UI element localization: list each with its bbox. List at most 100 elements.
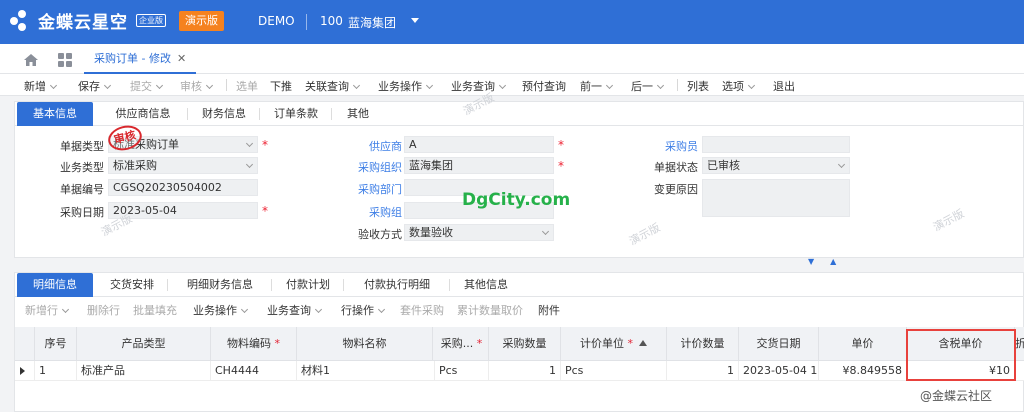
cell-delivery-date[interactable]: 2023-05-04 11:: [739, 361, 819, 381]
col-delivery-date[interactable]: 交货日期: [739, 327, 819, 361]
kit-purchase-button[interactable]: 套件采购: [400, 302, 444, 318]
bill-no-field[interactable]: CGSQ20230504002: [108, 179, 258, 196]
supplier-field[interactable]: A: [404, 136, 554, 153]
col-discount[interactable]: 折: [1015, 327, 1024, 361]
cell-material-name[interactable]: 材料1: [297, 361, 435, 381]
tab-supplier-info[interactable]: 供应商信息: [101, 102, 185, 126]
inspect-method-value: 数量验收: [409, 226, 453, 239]
detail-biz-operation-label: 业务操作: [193, 304, 237, 317]
delete-row-button[interactable]: 删除行: [87, 302, 120, 318]
prepay-query-button[interactable]: 预付查询: [522, 78, 566, 94]
purchase-group-label[interactable]: 采购组: [322, 204, 402, 220]
org-dropdown-icon[interactable]: [411, 18, 419, 23]
attachment-button[interactable]: 附件: [538, 302, 560, 318]
org-name[interactable]: 蓝海集团: [348, 14, 396, 31]
options-button[interactable]: 选项: [722, 78, 756, 94]
tab-basic-info[interactable]: 基本信息: [17, 102, 93, 126]
list-button[interactable]: 列表: [687, 78, 709, 94]
doc-status-select[interactable]: 已审核: [702, 157, 850, 174]
doc-status-label: 单据状态: [654, 161, 698, 174]
row-indicator[interactable]: [15, 361, 35, 381]
select-bill-button[interactable]: 选单: [236, 78, 258, 94]
purchase-dept-label[interactable]: 采购部门: [322, 181, 402, 197]
tab-separator: [259, 108, 260, 120]
tab-payment-plan[interactable]: 付款计划: [275, 273, 341, 297]
biz-type-select[interactable]: 标准采购: [108, 157, 258, 174]
detail-biz-operation-button[interactable]: 业务操作: [193, 302, 249, 318]
cell-product-type[interactable]: 标准产品: [77, 361, 211, 381]
row-selector-header[interactable]: [15, 327, 35, 361]
col-product-type[interactable]: 产品类型: [77, 327, 211, 361]
purchase-org-field[interactable]: 蓝海集团: [404, 157, 554, 174]
col-price-unit[interactable]: 计价单位 *: [561, 327, 667, 361]
row-operation-button[interactable]: 行操作: [341, 302, 386, 318]
tab-other-info[interactable]: 其他信息: [453, 273, 519, 297]
close-icon[interactable]: ✕: [177, 52, 186, 65]
credit-watermark: @金蝶云社区: [920, 389, 993, 403]
tab-delivery[interactable]: 交货安排: [99, 273, 165, 297]
push-down-button[interactable]: 下推: [270, 78, 292, 94]
sort-asc-icon[interactable]: [639, 340, 647, 346]
purchaser-field[interactable]: [702, 136, 850, 153]
org-code[interactable]: 100: [320, 14, 343, 28]
tab-payment-exec[interactable]: 付款执行明细: [347, 273, 447, 297]
related-query-button[interactable]: 关联查询: [305, 78, 361, 94]
cell-material-code[interactable]: CH4444: [211, 361, 297, 381]
batch-fill-button[interactable]: 批量填充: [133, 302, 177, 318]
toolbar-separator: [226, 79, 227, 91]
cell-seq[interactable]: 1: [35, 361, 77, 381]
cell-price-unit[interactable]: Pcs: [561, 361, 667, 381]
cell-discount[interactable]: [1015, 361, 1024, 381]
cell-price-qty[interactable]: 1: [667, 361, 739, 381]
biz-operation-button[interactable]: 业务操作: [378, 78, 434, 94]
logo[interactable]: 金蝶云星空 企业版: [10, 8, 166, 33]
env-label: DEMO: [258, 14, 295, 28]
tab-order-terms[interactable]: 订单条款: [263, 102, 329, 126]
tab-purchase-order-edit[interactable]: 采购订单 - 修改 ✕: [84, 44, 197, 74]
tab-detail-finance[interactable]: 明细财务信息: [171, 273, 269, 297]
chevron-down-icon: [541, 227, 550, 236]
col-material-name[interactable]: 物料名称: [297, 327, 433, 361]
app-grid-icon[interactable]: [58, 53, 72, 67]
detail-panel: 明细信息 交货安排 明细财务信息 付款计划 付款执行明细 其他信息 新增行 删除…: [14, 272, 1024, 412]
purchaser-label[interactable]: 采购员: [618, 138, 698, 154]
col-price-unit-label: 计价单位: [580, 337, 624, 350]
cumulative-price-button[interactable]: 累计数量取价: [457, 302, 523, 318]
new-button[interactable]: 新增: [24, 78, 58, 94]
tab-detail-info[interactable]: 明细信息: [17, 273, 93, 297]
purchase-org-label[interactable]: 采购组织: [322, 159, 402, 175]
col-purchase-qty[interactable]: 采购数量: [489, 327, 561, 361]
collapse-toggle[interactable]: ▼▲: [808, 257, 852, 266]
supplier-label[interactable]: 供应商: [322, 138, 402, 154]
col-purchase-unit[interactable]: 采购... *: [435, 327, 489, 361]
previous-button[interactable]: 前一: [580, 78, 614, 94]
tab-separator: [271, 279, 272, 291]
save-button[interactable]: 保存: [78, 78, 112, 94]
tab-finance-info[interactable]: 财务信息: [191, 102, 257, 126]
inspect-method-select[interactable]: 数量验收: [404, 224, 554, 241]
col-unit-price[interactable]: 单价: [819, 327, 907, 361]
add-row-button[interactable]: 新增行: [25, 302, 70, 318]
demo-badge: 演示版: [179, 11, 224, 31]
tab-separator: [343, 279, 344, 291]
exit-button[interactable]: 退出: [773, 78, 795, 94]
new-label: 新增: [24, 80, 46, 93]
cell-purchase-qty[interactable]: 1: [489, 361, 561, 381]
col-purchase-unit-label: 采购...: [440, 337, 474, 350]
tab-other[interactable]: 其他: [335, 102, 381, 126]
submit-button[interactable]: 提交: [130, 78, 164, 94]
cell-unit-price[interactable]: ¥8.849558: [819, 361, 907, 381]
purchase-date-label: 采购日期: [60, 206, 104, 219]
col-seq[interactable]: 序号: [35, 327, 77, 361]
next-button[interactable]: 后一: [631, 78, 665, 94]
change-reason-field[interactable]: [702, 179, 850, 217]
biz-query-button[interactable]: 业务查询: [451, 78, 507, 94]
required-marker: *: [558, 138, 564, 152]
cell-purchase-unit[interactable]: Pcs: [435, 361, 489, 381]
table-row[interactable]: 1 标准产品 CH4444 材料1 Pcs 1 Pcs 1 2023-05-04…: [15, 361, 1024, 381]
col-price-qty[interactable]: 计价数量: [667, 327, 739, 361]
detail-biz-query-button[interactable]: 业务查询: [267, 302, 323, 318]
audit-button[interactable]: 审核: [180, 78, 214, 94]
col-material-code[interactable]: 物料编码 *: [211, 327, 297, 361]
home-icon[interactable]: [24, 54, 38, 66]
